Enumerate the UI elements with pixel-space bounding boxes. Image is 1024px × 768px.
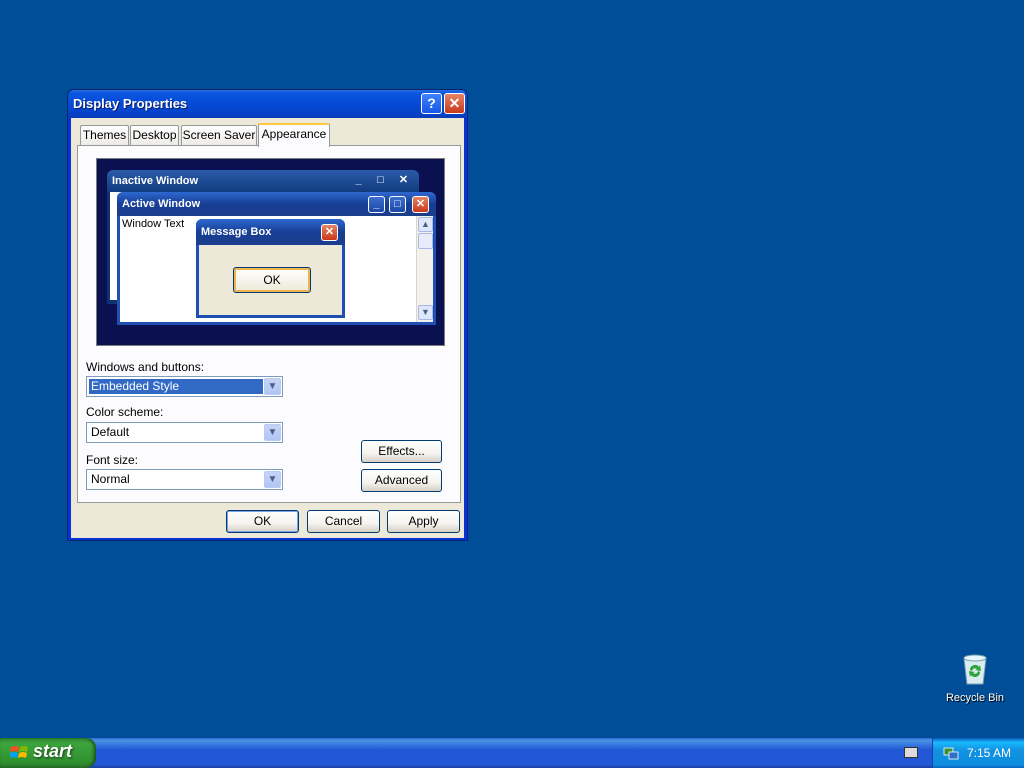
help-button[interactable]: ? xyxy=(421,93,442,114)
network-icon[interactable] xyxy=(943,745,959,761)
windows-buttons-select[interactable]: Embedded Style ▼ xyxy=(86,376,283,397)
taskbar: start 7:15 AM xyxy=(0,738,1024,768)
display-properties-window: Display Properties ? ✕ Themes Desktop Sc… xyxy=(67,89,468,541)
tab-screen-saver[interactable]: Screen Saver xyxy=(181,125,257,146)
maximize-icon: □ xyxy=(377,174,384,186)
close-button[interactable]: ✕ xyxy=(444,93,465,114)
scroll-down-icon: ▼ xyxy=(418,305,433,320)
preview-active-title-text: Active Window xyxy=(122,198,201,210)
preview-scrollbar: ▲ ▼ xyxy=(416,216,433,322)
recycle-bin-icon xyxy=(959,652,991,686)
scroll-up-icon: ▲ xyxy=(418,217,433,232)
minimize-icon: _ xyxy=(368,196,385,213)
chevron-down-icon[interactable]: ▼ xyxy=(264,378,281,395)
windows-logo-icon xyxy=(10,746,28,758)
keyboard-icon[interactable] xyxy=(904,747,918,758)
close-icon: ✕ xyxy=(398,174,409,186)
windows-buttons-value: Embedded Style xyxy=(89,379,263,394)
preview-ok-button: OK xyxy=(233,267,311,293)
clock[interactable]: 7:15 AM xyxy=(967,746,1011,760)
close-icon: ✕ xyxy=(321,224,338,241)
windows-buttons-label: Windows and buttons: xyxy=(86,360,205,374)
maximize-icon: □ xyxy=(389,196,406,213)
ok-button[interactable]: OK xyxy=(226,510,299,533)
color-scheme-value: Default xyxy=(91,425,130,439)
recycle-bin-label: Recycle Bin xyxy=(945,692,1005,704)
effects-button[interactable]: Effects... xyxy=(361,440,442,463)
font-size-select[interactable]: Normal ▼ xyxy=(86,469,283,490)
title-bar[interactable]: Display Properties ? ✕ xyxy=(68,90,467,118)
preview-message-title-text: Message Box xyxy=(201,226,272,238)
font-size-value: Normal xyxy=(91,472,130,486)
color-scheme-select[interactable]: Default ▼ xyxy=(86,422,283,443)
minimize-icon: _ xyxy=(355,174,362,186)
dialog-body: Themes Desktop Screen Saver Appearance I… xyxy=(71,118,464,538)
close-icon: ✕ xyxy=(412,196,429,213)
desktop-icon-recycle-bin[interactable]: Recycle Bin xyxy=(940,652,1010,704)
preview-message-box: Message Box ✕ OK xyxy=(196,219,345,318)
color-scheme-label: Color scheme: xyxy=(86,405,164,419)
font-size-label: Font size: xyxy=(86,453,139,467)
appearance-preview: Inactive Window _ □ ✕ Active Window _ □ … xyxy=(96,158,445,346)
apply-button[interactable]: Apply xyxy=(387,510,460,533)
start-button[interactable]: start xyxy=(0,738,96,768)
start-label: start xyxy=(33,741,73,761)
preview-window-text: Window Text xyxy=(122,218,185,230)
preview-message-body: OK xyxy=(199,245,342,315)
preview-inactive-title-text: Inactive Window xyxy=(112,175,199,187)
tab-themes[interactable]: Themes xyxy=(80,125,129,146)
appearance-panel: Inactive Window _ □ ✕ Active Window _ □ … xyxy=(77,145,461,503)
window-title: Display Properties xyxy=(73,96,188,111)
advanced-button[interactable]: Advanced xyxy=(361,469,442,492)
scroll-thumb xyxy=(418,233,433,249)
chevron-down-icon[interactable]: ▼ xyxy=(264,471,281,488)
system-tray: 7:15 AM xyxy=(932,738,1024,768)
chevron-down-icon[interactable]: ▼ xyxy=(264,424,281,441)
cancel-button[interactable]: Cancel xyxy=(307,510,380,533)
tab-appearance[interactable]: Appearance xyxy=(258,123,330,147)
tab-desktop[interactable]: Desktop xyxy=(130,125,179,146)
